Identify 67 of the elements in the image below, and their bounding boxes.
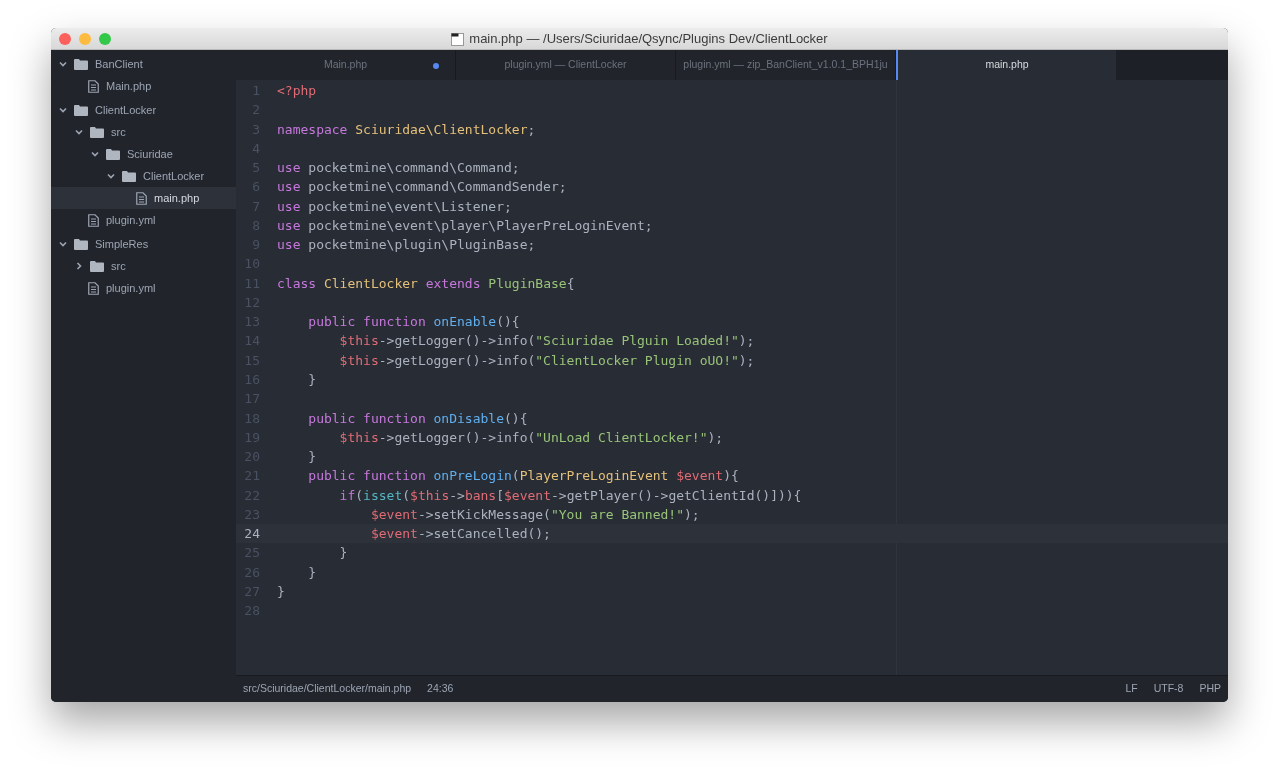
close-button[interactable]	[59, 32, 71, 45]
folder-icon	[74, 238, 88, 250]
tab-label: plugin.yml — zip_BanClient_v1.0.1_BPH1ju	[683, 57, 888, 73]
zoom-button[interactable]	[99, 32, 111, 45]
folder-icon	[74, 58, 88, 70]
folder-item[interactable]: SimpleRes	[51, 233, 236, 255]
file-item[interactable]: plugin.yml	[51, 277, 236, 299]
chevron-down-icon	[75, 128, 83, 136]
folder-icon	[74, 104, 88, 116]
code-line: use pocketmine\event\Listener;	[277, 197, 512, 216]
file-path[interactable]: src/Sciuridae/ClientLocker/main.php	[243, 681, 412, 697]
file-item[interactable]: plugin.yml	[51, 209, 236, 231]
folder-item[interactable]: BanClient	[51, 53, 236, 75]
code-line: namespace Sciuridae\ClientLocker;	[277, 120, 536, 139]
chevron-down-icon	[91, 150, 99, 158]
file-item[interactable]: main.php	[51, 187, 236, 209]
folder-icon	[90, 126, 104, 138]
document-icon	[451, 32, 465, 46]
code-line: use pocketmine\command\Command;	[277, 159, 520, 178]
code-line: }	[338, 544, 348, 563]
code-line: use pocketmine\event\player\PlayerPreLoginEvent;	[277, 216, 653, 235]
file-encoding[interactable]: UTF-8	[1153, 681, 1184, 697]
grammar-label[interactable]: PHP	[1199, 681, 1221, 697]
cursor-position[interactable]: 24:36	[427, 681, 454, 697]
tab-label: Main.php	[323, 57, 368, 73]
folder-item[interactable]: ClientLocker	[51, 99, 236, 121]
chevron-right-icon	[75, 262, 83, 270]
line-number: 24	[243, 525, 261, 544]
code-line: $event->setCancelled();	[369, 525, 551, 544]
code-line: $this->getLogger()->info("ClientLocker Plugin oUO!");	[338, 351, 755, 370]
code-line: }	[307, 563, 317, 582]
chevron-down-icon	[59, 240, 67, 248]
editor-tab[interactable]: main.php	[896, 50, 1116, 80]
code-line: public function onEnable(){	[307, 313, 520, 332]
chevron-down-icon	[59, 60, 67, 68]
window-title: main.php — /Users/Sciuridae/Qsync/Plugins Dev/ClientLocker	[469, 30, 828, 49]
code-line: $this->getLogger()->info("Sciuridae Plguin Loaded!");	[338, 332, 755, 351]
file-icon	[136, 191, 147, 205]
chevron-down-icon	[107, 172, 115, 180]
tab-label: main.php	[985, 57, 1029, 73]
file-icon	[88, 79, 99, 93]
folder-item[interactable]: ClientLocker	[51, 165, 236, 187]
folder-item[interactable]: Sciuridae	[51, 143, 236, 165]
folder-item[interactable]: src	[51, 121, 236, 143]
file-icon	[88, 281, 99, 295]
code-line: public function onPreLogin(PlayerPreLoginEvent $event){	[307, 467, 739, 486]
code-line: if(isset($this->bans[$event->getPlayer()->getClientId()])){	[338, 486, 802, 505]
code-line: class ClientLocker extends PluginBase{	[277, 274, 575, 293]
code-line: $event->setKickMessage("You are Banned!");	[369, 505, 700, 524]
code-line: use pocketmine\plugin\PluginBase;	[277, 236, 536, 255]
line-ending[interactable]: LF	[1125, 681, 1138, 697]
tab-label: plugin.yml — ClientLocker	[504, 57, 627, 73]
file-icon	[88, 213, 99, 227]
code-line: $this->getLogger()->info("UnLoad ClientLocker!");	[338, 428, 724, 447]
code-line: }	[277, 582, 285, 601]
code-line: <?php	[277, 82, 317, 100]
code-line: }	[307, 448, 317, 467]
minimize-button[interactable]	[79, 32, 91, 45]
code-line: public function onDisable(){	[307, 409, 528, 428]
code-line: }	[307, 371, 317, 389]
folder-icon	[90, 260, 104, 272]
chevron-down-icon	[59, 106, 67, 114]
folder-icon	[122, 170, 136, 182]
code-line: use pocketmine\command\CommandSender;	[277, 178, 567, 197]
folder-icon	[106, 148, 120, 160]
file-item[interactable]: Main.php	[51, 75, 236, 97]
folder-item[interactable]: src	[51, 255, 236, 277]
